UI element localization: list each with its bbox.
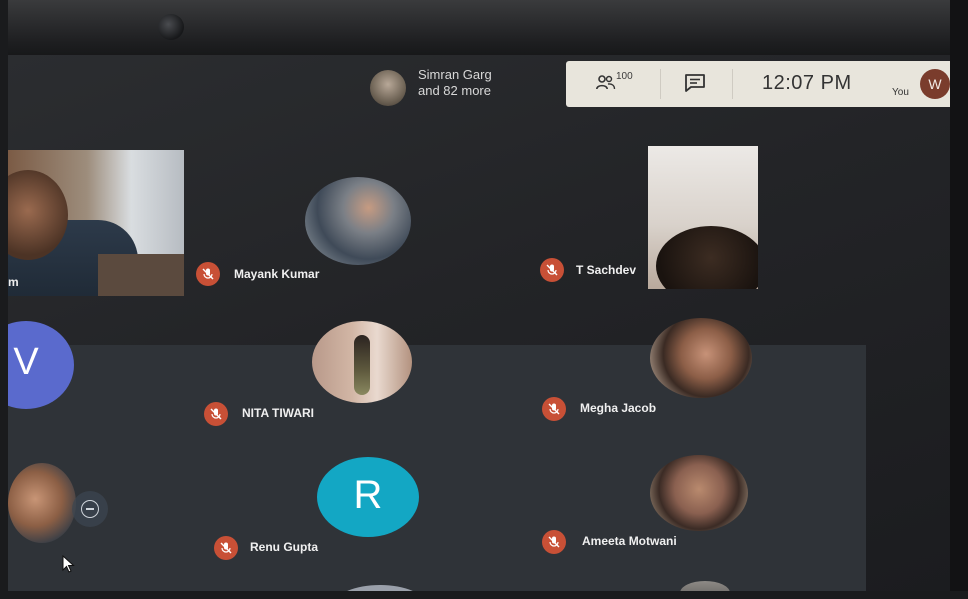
mic-off-icon xyxy=(540,258,564,282)
you-avatar[interactable]: W xyxy=(920,69,950,99)
meeting-clock: 12:07 PM xyxy=(762,72,852,94)
avatar-initial: V xyxy=(13,341,39,383)
participant-name-nita: NITA TIWARI xyxy=(242,406,314,420)
laptop-bezel xyxy=(0,0,968,62)
mic-off-icon xyxy=(542,397,566,421)
participant-photo-mayank[interactable] xyxy=(305,177,411,265)
others-more: and 82 more xyxy=(418,83,491,98)
chat-button[interactable] xyxy=(684,73,706,93)
mic-off-icon xyxy=(204,402,228,426)
participant-photo-left[interactable] xyxy=(8,463,76,543)
participant-name-left: m xyxy=(8,275,19,289)
participant-photo-nita[interactable] xyxy=(312,321,412,403)
meeting-screen: Simran Garg and 82 more 100 12:07 PM You… xyxy=(8,55,950,591)
laptop-bezel-left xyxy=(0,0,8,599)
avatar-initial: R xyxy=(353,473,383,517)
participant-name-tsachdev: T Sachdev xyxy=(576,263,637,277)
webcam-icon xyxy=(158,14,184,40)
meeting-info-bar: 100 12:07 PM You W xyxy=(566,61,950,107)
laptop-bezel-bottom xyxy=(0,591,968,599)
mic-off-icon xyxy=(214,536,238,560)
people-count: 100 xyxy=(616,71,633,82)
participant-name-mayank: Mayank Kumar xyxy=(234,267,320,281)
others-summary[interactable]: Simran Garg and 82 more xyxy=(418,67,492,99)
minus-circle-icon xyxy=(81,500,99,518)
participant-name-megha: Megha Jacob xyxy=(580,401,657,415)
laptop-bezel-right xyxy=(950,0,968,599)
you-label: You xyxy=(892,87,909,98)
participant-video-left[interactable] xyxy=(8,150,184,296)
participant-video-tsachdev[interactable] xyxy=(648,146,758,289)
chat-icon xyxy=(685,74,705,92)
others-name: Simran Garg xyxy=(418,67,492,82)
divider xyxy=(660,69,661,99)
participant-name-ameeta: Ameeta Motwani xyxy=(582,534,677,548)
mouse-cursor-icon xyxy=(62,555,75,573)
mic-off-icon xyxy=(196,262,220,286)
others-avatar[interactable] xyxy=(370,70,406,106)
participant-photo-megha[interactable] xyxy=(650,318,752,398)
participant-name-renu: Renu Gupta xyxy=(250,540,318,554)
participant-photo-ameeta[interactable] xyxy=(650,455,748,531)
remove-pin-button[interactable] xyxy=(72,491,108,527)
people-button[interactable]: 100 xyxy=(596,71,640,97)
divider xyxy=(732,69,733,99)
people-icon xyxy=(596,75,616,90)
participant-avatar-r[interactable]: R xyxy=(317,457,419,537)
mic-off-icon xyxy=(542,530,566,554)
